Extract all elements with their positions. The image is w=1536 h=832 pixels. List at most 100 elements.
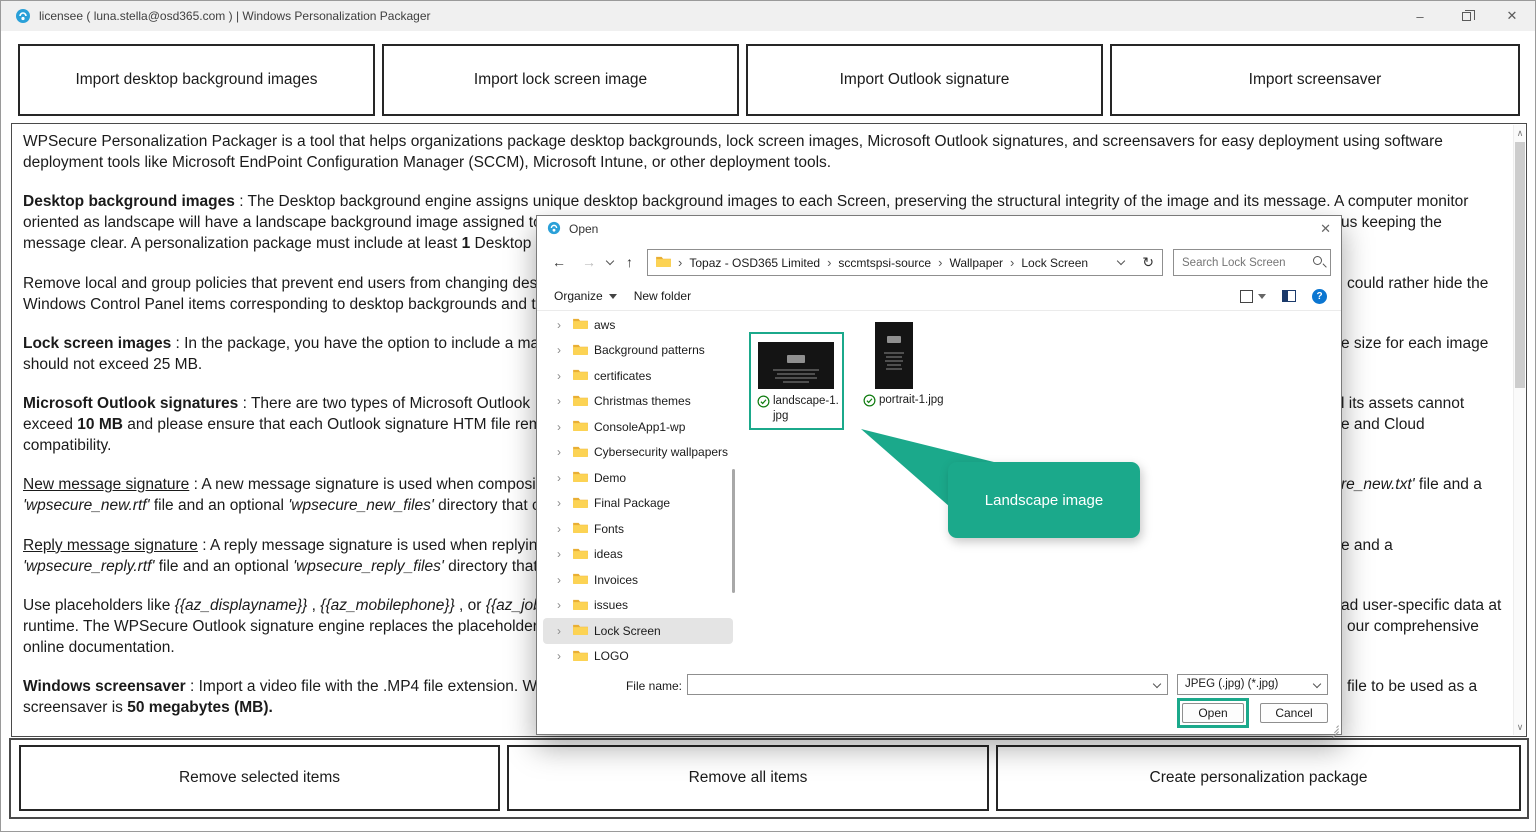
tree-chevron-icon[interactable]: › (557, 445, 573, 459)
forward-icon[interactable]: → (582, 254, 596, 270)
cancel-button[interactable]: Cancel (1260, 703, 1328, 723)
folder-icon (573, 317, 588, 332)
tree-item-invoices[interactable]: › Invoices (543, 567, 733, 593)
create-personalization-package-button[interactable]: Create personalization package (996, 745, 1521, 811)
tree-chevron-icon[interactable]: › (557, 649, 573, 663)
breadcrumb-topaz-osd365-limited[interactable]: Topaz - OSD365 Limited (689, 256, 820, 270)
recent-locations-icon[interactable] (606, 257, 614, 265)
tree-item-final-package[interactable]: › Final Package (543, 491, 733, 517)
import-outlook-signature-button[interactable]: Import Outlook signature (746, 44, 1103, 116)
breadcrumb-chevron-icon: › (1010, 255, 1014, 270)
tree-item-background-patterns[interactable]: ›Background patterns (543, 338, 733, 364)
breadcrumb-wallpaper[interactable]: Wallpaper (949, 256, 1003, 270)
tree-chevron-icon[interactable]: › (557, 343, 573, 357)
tree-chevron-icon[interactable]: › (557, 471, 573, 485)
portrait-thumbnail (875, 322, 913, 389)
tree-chevron-icon[interactable]: › (557, 522, 573, 536)
app-icon (15, 8, 31, 24)
tree-item-consoleapp1-wp[interactable]: › ConsoleApp1-wp (543, 414, 733, 440)
open-button-annotation (1177, 698, 1249, 728)
tree-scrollbar[interactable] (732, 469, 735, 593)
folder-icon (573, 572, 588, 587)
tree-chevron-icon[interactable]: › (557, 420, 573, 434)
help-icon[interactable]: ? (1312, 289, 1327, 304)
tree-item-label: Christmas themes (594, 394, 691, 408)
folder-icon (573, 521, 588, 536)
dialog-title: Open (569, 222, 598, 236)
tree-item-aws[interactable]: › aws (543, 312, 733, 338)
filename-input[interactable] (694, 676, 1144, 693)
tree-chevron-icon[interactable]: › (557, 394, 573, 408)
scroll-up-icon[interactable]: ∧ (1514, 127, 1526, 139)
organize-dropdown-icon (609, 294, 617, 299)
tree-item-label: Cybersecurity wallpapers (594, 445, 728, 459)
tree-item-logo[interactable]: › LOGO (543, 644, 733, 670)
tree-item-label: Invoices (594, 573, 638, 587)
tree-item-fonts[interactable]: ›Fonts (543, 516, 733, 542)
back-icon[interactable]: ← (552, 254, 566, 270)
tree-chevron-icon[interactable]: › (557, 496, 573, 510)
tree-item-label: Final Package (594, 496, 670, 510)
tree-item-demo[interactable]: › Demo (543, 465, 733, 491)
folder-icon (573, 419, 588, 434)
up-icon[interactable]: ↑ (626, 254, 633, 270)
file-name-label: portrait-1.jpg (879, 393, 944, 408)
file-landscape-1[interactable]: landscape-1.jpg (749, 332, 844, 430)
address-dropdown-icon[interactable] (1117, 257, 1125, 265)
tree-item-label: aws (594, 318, 615, 332)
new-folder-button[interactable]: New folder (634, 289, 691, 303)
tree-item-lock-screen[interactable]: ›Lock Screen (543, 618, 733, 644)
vertical-scrollbar[interactable]: ∧ ∨ (1513, 125, 1525, 735)
address-bar[interactable]: › Topaz - OSD365 Limited › sccmtspsi-source… (647, 249, 1163, 276)
minimize-button[interactable]: – (1397, 1, 1443, 31)
tree-chevron-icon[interactable]: › (557, 547, 573, 561)
preview-pane-icon[interactable] (1282, 290, 1296, 302)
dialog-close-icon[interactable]: ✕ (1320, 221, 1331, 237)
folder-icon (573, 368, 588, 383)
tree-item-label: ConsoleApp1-wp (594, 420, 685, 434)
close-button[interactable]: ✕ (1489, 1, 1535, 31)
sync-check-icon (863, 394, 876, 407)
tree-item-label: LOGO (594, 649, 629, 663)
tree-item-label: issues (594, 598, 628, 612)
folder-icon (573, 649, 588, 664)
search-input[interactable] (1182, 251, 1302, 274)
tree-chevron-icon[interactable]: › (557, 573, 573, 587)
maximize-button[interactable] (1443, 1, 1489, 31)
tree-chevron-icon[interactable]: › (557, 369, 573, 383)
search-box[interactable] (1173, 249, 1331, 276)
resize-grip-icon[interactable] (1329, 722, 1339, 732)
import-desktop-background-images-button[interactable]: Import desktop background images (18, 44, 375, 116)
folder-icon (573, 598, 588, 613)
organize-menu[interactable]: Organize (554, 289, 617, 303)
tree-item-label: Demo (594, 471, 626, 485)
tree-item-cybersecurity-wallpapers[interactable]: › Cybersecurity wallpapers (543, 440, 733, 466)
tree-item-christmas-themes[interactable]: › Christmas themes (543, 389, 733, 415)
folder-icon (573, 547, 588, 562)
open-dialog: Open ✕ ← → ↑ › Topaz - OSD365 Limited › scc… (536, 215, 1342, 735)
tree-chevron-icon[interactable]: › (557, 598, 573, 612)
import-lock-screen-image-button[interactable]: Import lock screen image (382, 44, 739, 116)
breadcrumb-sccmtspsi-source[interactable]: sccmtspsi-source (838, 256, 931, 270)
breadcrumb-lock-screen[interactable]: Lock Screen (1021, 256, 1088, 270)
tree-item-ideas[interactable]: ›ideas (543, 542, 733, 568)
scrollbar-thumb[interactable] (1515, 142, 1525, 388)
remove-all-items-button[interactable]: Remove all items (507, 745, 989, 811)
tree-chevron-icon[interactable]: › (557, 318, 573, 332)
landscape-thumbnail (758, 342, 834, 389)
refresh-icon[interactable]: ↻ (1142, 254, 1154, 271)
tree-item-issues[interactable]: › issues (543, 593, 733, 619)
file-portrait-1[interactable]: portrait-1.jpg (863, 312, 973, 430)
filetype-select[interactable]: JPEG (.jpg) (*.jpg) (1177, 674, 1328, 695)
remove-selected-items-button[interactable]: Remove selected items (19, 745, 500, 811)
filename-combobox[interactable] (687, 674, 1168, 695)
import-screensaver-button[interactable]: Import screensaver (1110, 44, 1520, 116)
view-mode-button[interactable] (1240, 290, 1266, 303)
breadcrumb-chevron-icon: › (827, 255, 831, 270)
tree-item-certificates[interactable]: ›certificates (543, 363, 733, 389)
tree-chevron-icon[interactable]: › (557, 624, 573, 638)
dialog-titlebar: Open ✕ (537, 216, 1341, 242)
filename-dropdown-icon[interactable] (1153, 680, 1161, 688)
scroll-down-icon[interactable]: ∨ (1514, 721, 1526, 733)
filename-label: File name: (537, 679, 682, 693)
